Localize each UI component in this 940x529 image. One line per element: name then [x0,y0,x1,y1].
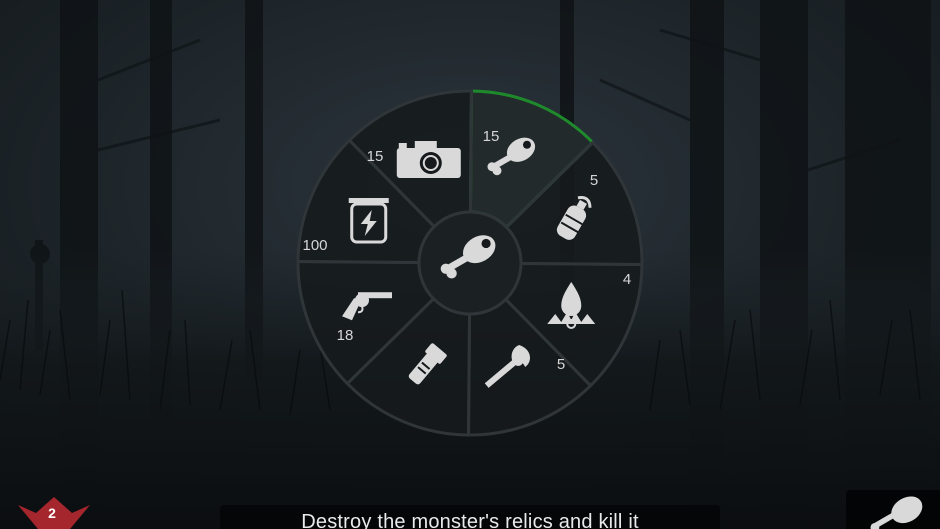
item-count-camera: 15 [367,148,384,165]
wheel-center [417,210,523,316]
item-count-revolver: 18 [337,327,354,344]
item-count-fuel-canister: 5 [590,172,598,189]
item-count-battery: 100 [302,237,327,254]
objective-banner: Destroy the monster's relics and kill it [220,505,720,529]
item-count-meat: 15 [483,128,500,145]
item-count-trap: 4 [623,271,631,288]
item-count-torch: 5 [557,356,565,373]
equipped-item-slot [846,490,940,529]
objective-text: Destroy the monster's relics and kill it [301,511,639,529]
item-wheel[interactable]: 15 5 4 5 18 100 15 [0,0,940,529]
relic-count: 2 [48,505,56,521]
equipped-meat-icon [870,496,923,529]
game-scene: 15 5 4 5 18 100 15 2 Destroy the monster's rel… [0,0,940,529]
